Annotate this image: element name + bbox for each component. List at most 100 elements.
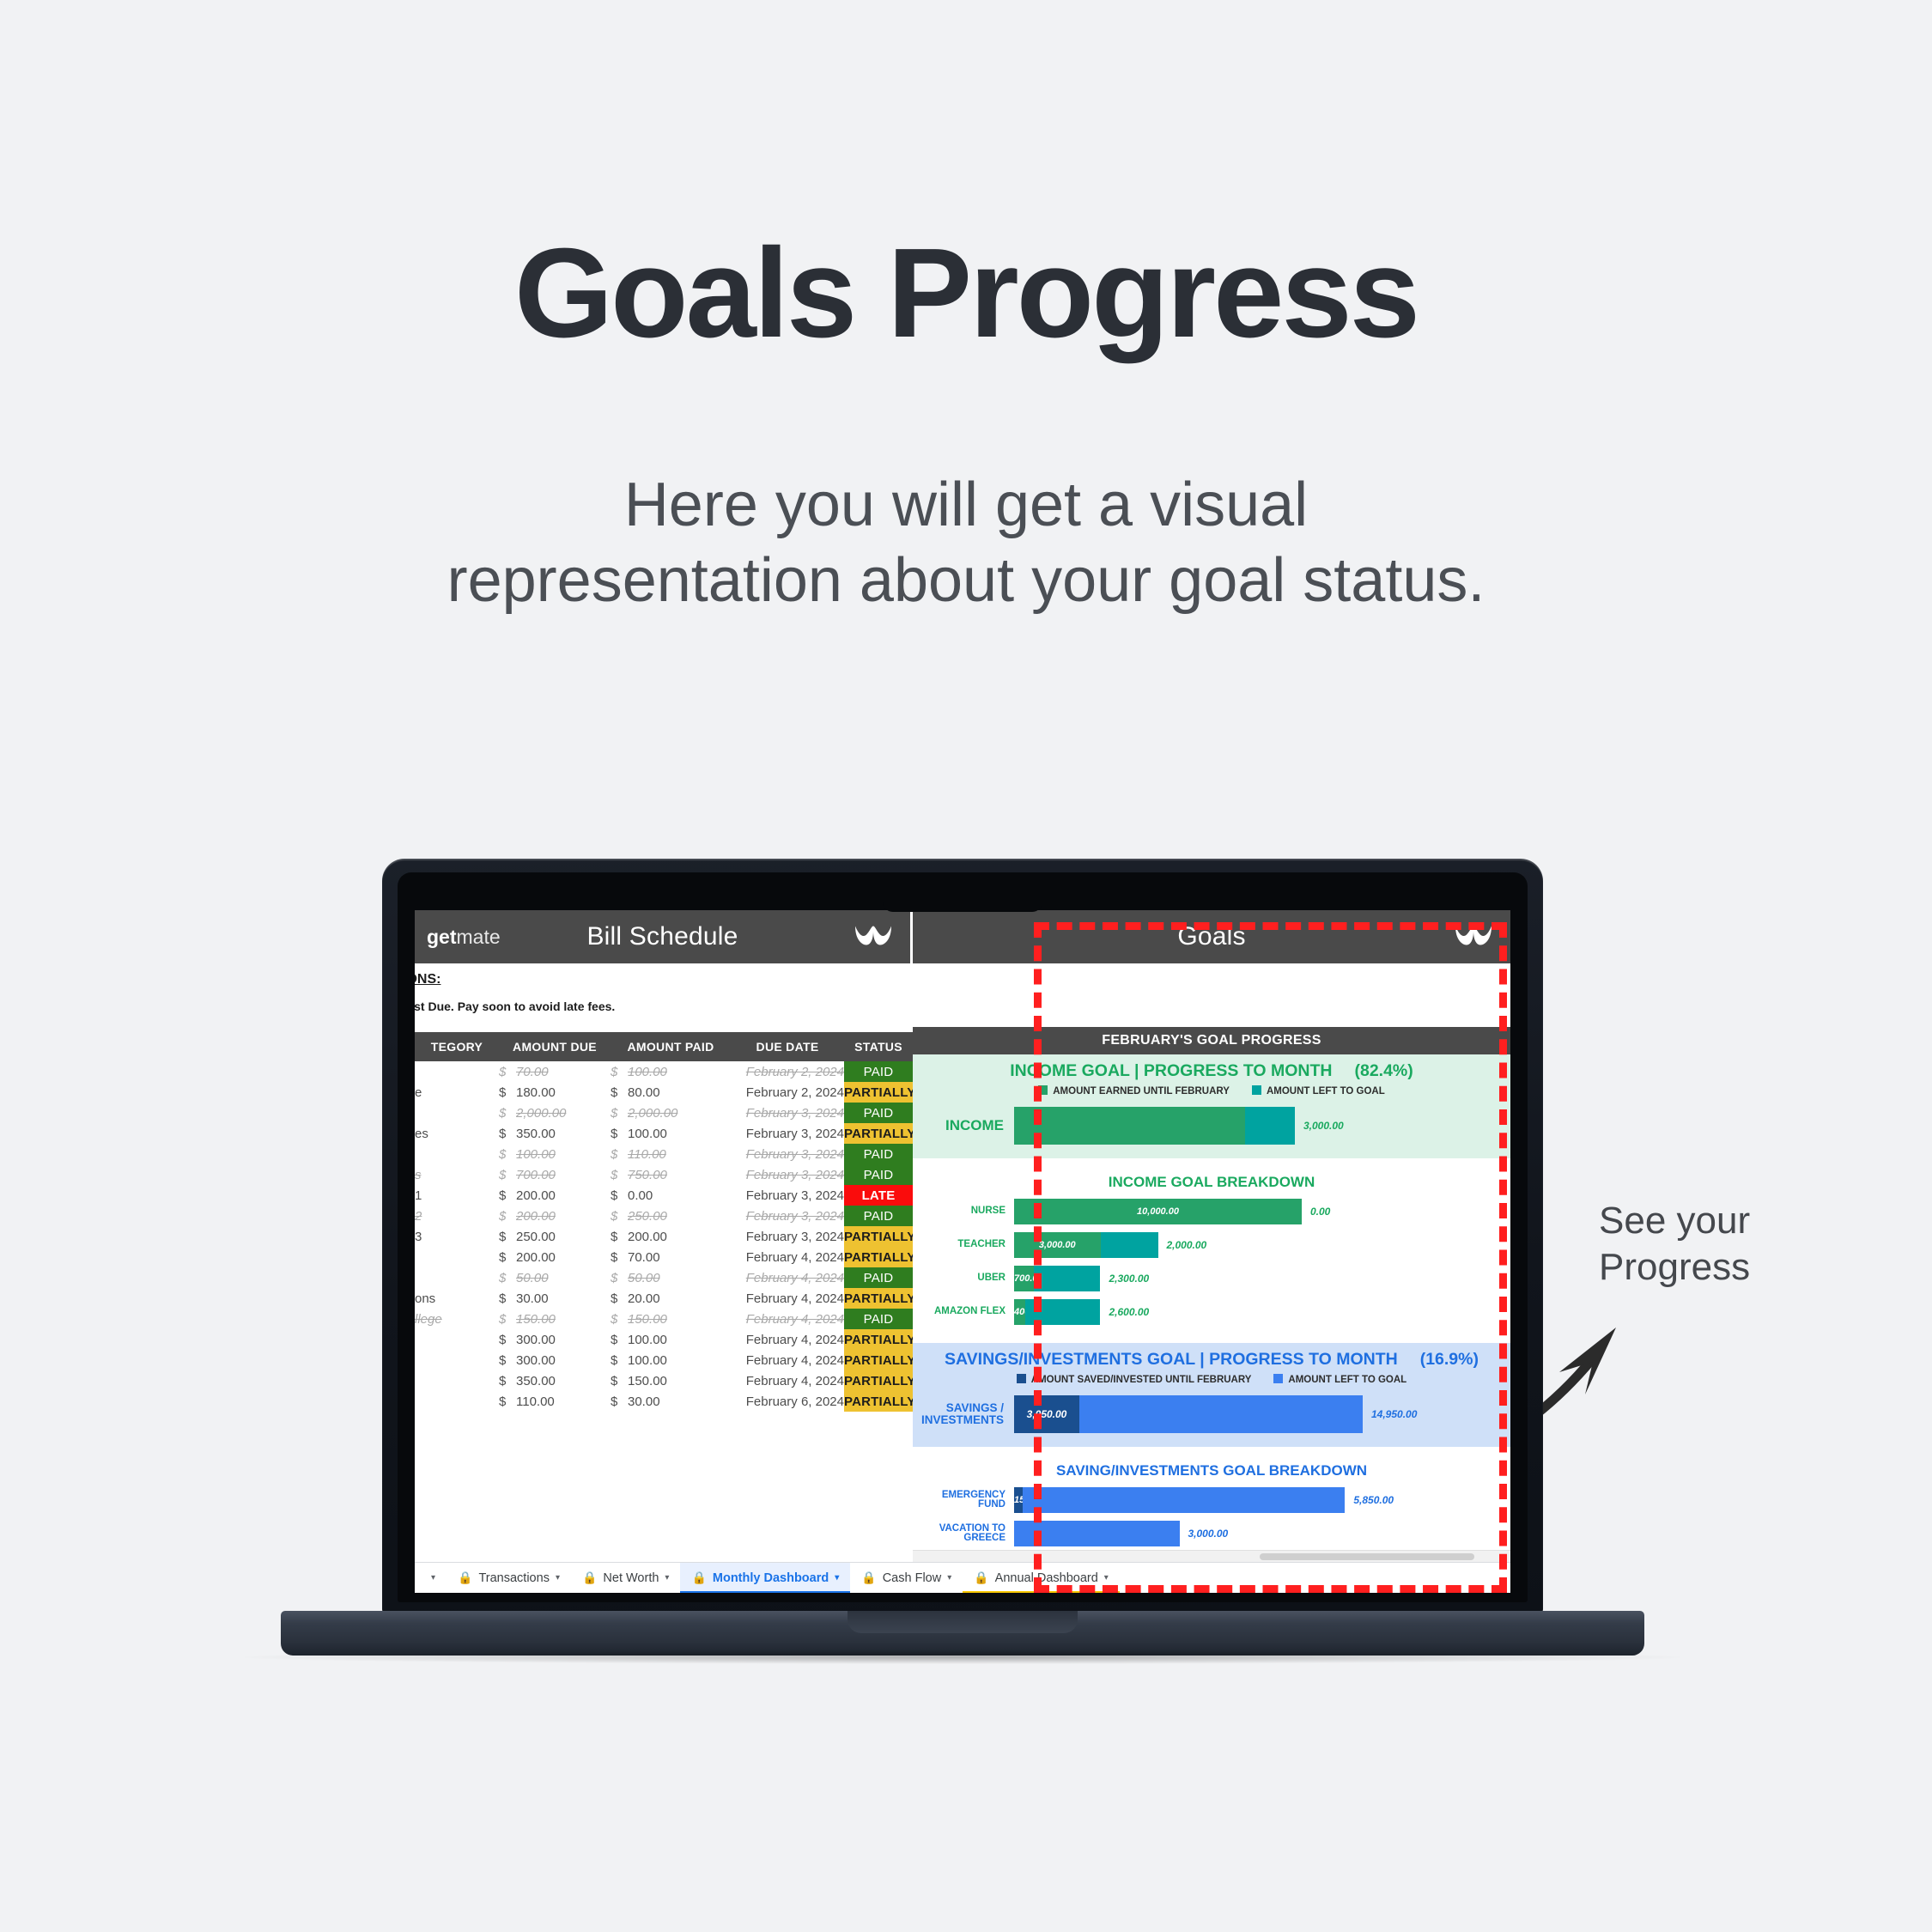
- table-row[interactable]: llege $150.00 $150.00 February 4, 2024 PAID: [415, 1309, 913, 1329]
- status-badge: PARTIALLY PAID: [844, 1391, 950, 1412]
- column-header-category: TEGORY: [415, 1032, 499, 1061]
- status-badge: PAID: [844, 1309, 913, 1329]
- chevron-down-icon: ▾: [555, 1573, 560, 1583]
- cell-due-date: February 4, 2024: [745, 1352, 844, 1368]
- cell-amount-paid: $200.00: [611, 1229, 667, 1244]
- table-row[interactable]: $300.00 $100.00 February 4, 2024 PARTIALLY …: [415, 1350, 950, 1370]
- cell-category: [415, 1329, 499, 1350]
- cell-due-date: February 4, 2024: [745, 1291, 844, 1306]
- table-row[interactable]: $100.00 $110.00 February 3, 2024 PAID: [415, 1144, 913, 1164]
- sheet-tab-bar: ▾ 🔒 Transactions ▾ 🔒 Net Worth ▾ 🔒 Monthly Dash…: [415, 1562, 1510, 1593]
- table-header-row: TEGORY AMOUNT DUE AMOUNT PAID DUE DATE S…: [415, 1032, 913, 1061]
- cell-amount-paid: $750.00: [611, 1167, 667, 1182]
- table-row[interactable]: $50.00 $50.00 February 4, 2024 PAID: [415, 1267, 913, 1288]
- tab-monthly-dashboard[interactable]: 🔒 Monthly Dashboard ▾: [680, 1562, 851, 1593]
- table-body: $70.00 $100.00 February 2, 2024 PAID e $180.0…: [415, 1061, 950, 1412]
- cell-amount-due: $2,000.00: [499, 1105, 567, 1121]
- cell-category: [415, 1267, 499, 1288]
- table-row[interactable]: $200.00 $70.00 February 4, 2024 PARTIALLY P…: [415, 1247, 950, 1267]
- income-goal-percent: (82.4%): [1354, 1061, 1413, 1080]
- cell-due-date: February 3, 2024: [745, 1188, 844, 1203]
- scrollbar-thumb[interactable]: [1259, 1553, 1475, 1560]
- tab-net-worth[interactable]: 🔒 Net Worth ▾: [571, 1563, 680, 1594]
- cell-category: llege: [415, 1311, 442, 1327]
- table-row[interactable]: $300.00 $100.00 February 4, 2024 PARTIALLY …: [415, 1329, 950, 1350]
- breakdown-row-label: TEACHER: [957, 1239, 1005, 1250]
- breakdown-primary-value: 700.00: [1014, 1273, 1043, 1284]
- table-row[interactable]: 2 $200.00 $250.00 February 3, 2024 PAID: [415, 1206, 913, 1226]
- page-title: Goals Progress: [0, 230, 1932, 357]
- savings-goal-title-row: SAVINGS/INVESTMENTS GOAL | PROGRESS TO M…: [913, 1350, 1510, 1370]
- cell-category: [415, 1350, 499, 1370]
- brand-bold: get: [427, 925, 457, 948]
- table-row[interactable]: 1 $200.00 $0.00 February 3, 2024 LATE: [415, 1185, 913, 1206]
- cell-category: 2: [415, 1208, 422, 1224]
- income-breakdown-card: INCOME GOAL BREAKDOWN NURSE 10,000.00 0.00…: [913, 1158, 1510, 1343]
- table-row[interactable]: $110.00 $30.00 February 6, 2024 PARTIALLY P…: [415, 1391, 950, 1412]
- cell-amount-due: $50.00: [499, 1270, 549, 1285]
- cell-due-date: February 3, 2024: [745, 1105, 844, 1121]
- w-logo-icon: [1454, 924, 1493, 951]
- savings-left-value: 14,950.00: [1371, 1408, 1418, 1420]
- cell-amount-due: $300.00: [499, 1332, 556, 1347]
- breakdown-bar-track: 700.00 2,300.00: [1014, 1266, 1149, 1291]
- table-row[interactable]: e $180.00 $80.00 February 2, 2024 PARTIALLY …: [415, 1082, 950, 1103]
- cell-due-date: February 4, 2024: [745, 1249, 844, 1265]
- table-row[interactable]: $2,000.00 $2,000.00 February 3, 2024 PAID: [415, 1103, 913, 1123]
- cell-amount-paid: $100.00: [611, 1332, 667, 1347]
- tab-label: Monthly Dashboard: [712, 1571, 829, 1585]
- breakdown-segment-primary: 150.00: [1014, 1487, 1043, 1513]
- cell-amount-due: $200.00: [499, 1249, 556, 1265]
- tab-transactions[interactable]: 🔒 Transactions ▾: [447, 1563, 571, 1594]
- lock-icon: 🔒: [974, 1571, 989, 1584]
- cell-category: e: [415, 1084, 422, 1100]
- w-logo-icon: [854, 924, 893, 951]
- table-row[interactable]: es $350.00 $100.00 February 3, 2024 PARTIALL…: [415, 1123, 950, 1144]
- breakdown-label-line-2: GREECE: [963, 1533, 1005, 1543]
- cell-due-date: February 3, 2024: [745, 1208, 844, 1224]
- savings-bar-label-line-2: INVESTMENTS: [920, 1413, 1004, 1426]
- lock-icon: 🔒: [581, 1571, 598, 1584]
- cell-category: [415, 1391, 499, 1412]
- tab-label: Transactions: [478, 1571, 550, 1585]
- cell-due-date: February 3, 2024: [745, 1167, 844, 1182]
- cell-amount-paid: $20.00: [611, 1291, 660, 1306]
- cell-amount-due: $200.00: [499, 1188, 556, 1203]
- breakdown-segment-primary: 400.00: [1014, 1299, 1043, 1325]
- table-row[interactable]: ons $30.00 $20.00 February 4, 2024 PARTIALLY…: [415, 1288, 950, 1309]
- breakdown-segment-primary: 3,000.00: [1014, 1232, 1101, 1258]
- breakdown-bar-track: 3,000.00 2,000.00: [1014, 1232, 1206, 1258]
- status-badge: PAID: [844, 1061, 913, 1082]
- income-bar-segment-left: [1245, 1107, 1295, 1145]
- cell-due-date: February 3, 2024: [745, 1229, 844, 1244]
- horizontal-scrollbar[interactable]: [913, 1550, 1510, 1562]
- table-row[interactable]: 3 $250.00 $200.00 February 3, 2024 PARTIALLY…: [415, 1226, 950, 1247]
- tab-overflow-caret[interactable]: ▾: [420, 1563, 447, 1594]
- breakdown-label-line-2: FUND: [978, 1499, 1005, 1510]
- laptop-screen: getmate Bill Schedule IONS: Past Due. Pa…: [415, 910, 1510, 1593]
- legend-item-earned: AMOUNT EARNED UNTIL FEBRUARY: [1038, 1085, 1230, 1097]
- cell-amount-paid: $2,000.00: [611, 1105, 678, 1121]
- table-row[interactable]: $350.00 $150.00 February 4, 2024 PARTIALLY …: [415, 1370, 950, 1391]
- table-row[interactable]: $70.00 $100.00 February 2, 2024 PAID: [415, 1061, 913, 1082]
- breakdown-bar-track: 400.00 2,600.00: [1014, 1299, 1149, 1325]
- goals-section-header: FEBRUARY'S GOAL PROGRESS: [913, 1027, 1510, 1054]
- status-badge: PAID: [844, 1144, 913, 1164]
- table-row[interactable]: s $700.00 $750.00 February 3, 2024 PAID: [415, 1164, 913, 1185]
- cell-category: s: [415, 1167, 422, 1182]
- goals-panel: Goals FEBRUARY'S GOAL PROGRESS INCOME GO…: [913, 910, 1510, 1593]
- legend-label-saved: AMOUNT SAVED/INVESTED UNTIL FEBRUARY: [1030, 1375, 1252, 1385]
- table-header: TEGORY AMOUNT DUE AMOUNT PAID DUE DATE S…: [415, 1032, 913, 1061]
- cell-category: [415, 1144, 499, 1164]
- tab-cash-flow[interactable]: 🔒 Cash Flow ▾: [850, 1563, 963, 1594]
- status-badge: PARTIALLY PAID: [844, 1123, 950, 1144]
- laptop-base: [281, 1611, 1644, 1656]
- cell-due-date: February 3, 2024: [745, 1126, 844, 1141]
- chevron-down-icon: ▾: [665, 1573, 670, 1583]
- headline-text: Goals Progress: [513, 222, 1420, 364]
- cell-amount-due: $300.00: [499, 1352, 556, 1368]
- breakdown-primary-value: 150.00: [1014, 1495, 1043, 1505]
- tab-annual-dashboard[interactable]: 🔒 Annual Dashboard ▾: [963, 1563, 1120, 1594]
- income-goal-card: INCOME GOAL | PROGRESS TO MONTH (82.4%) …: [913, 1054, 1510, 1158]
- lock-icon: 🔒: [691, 1571, 707, 1584]
